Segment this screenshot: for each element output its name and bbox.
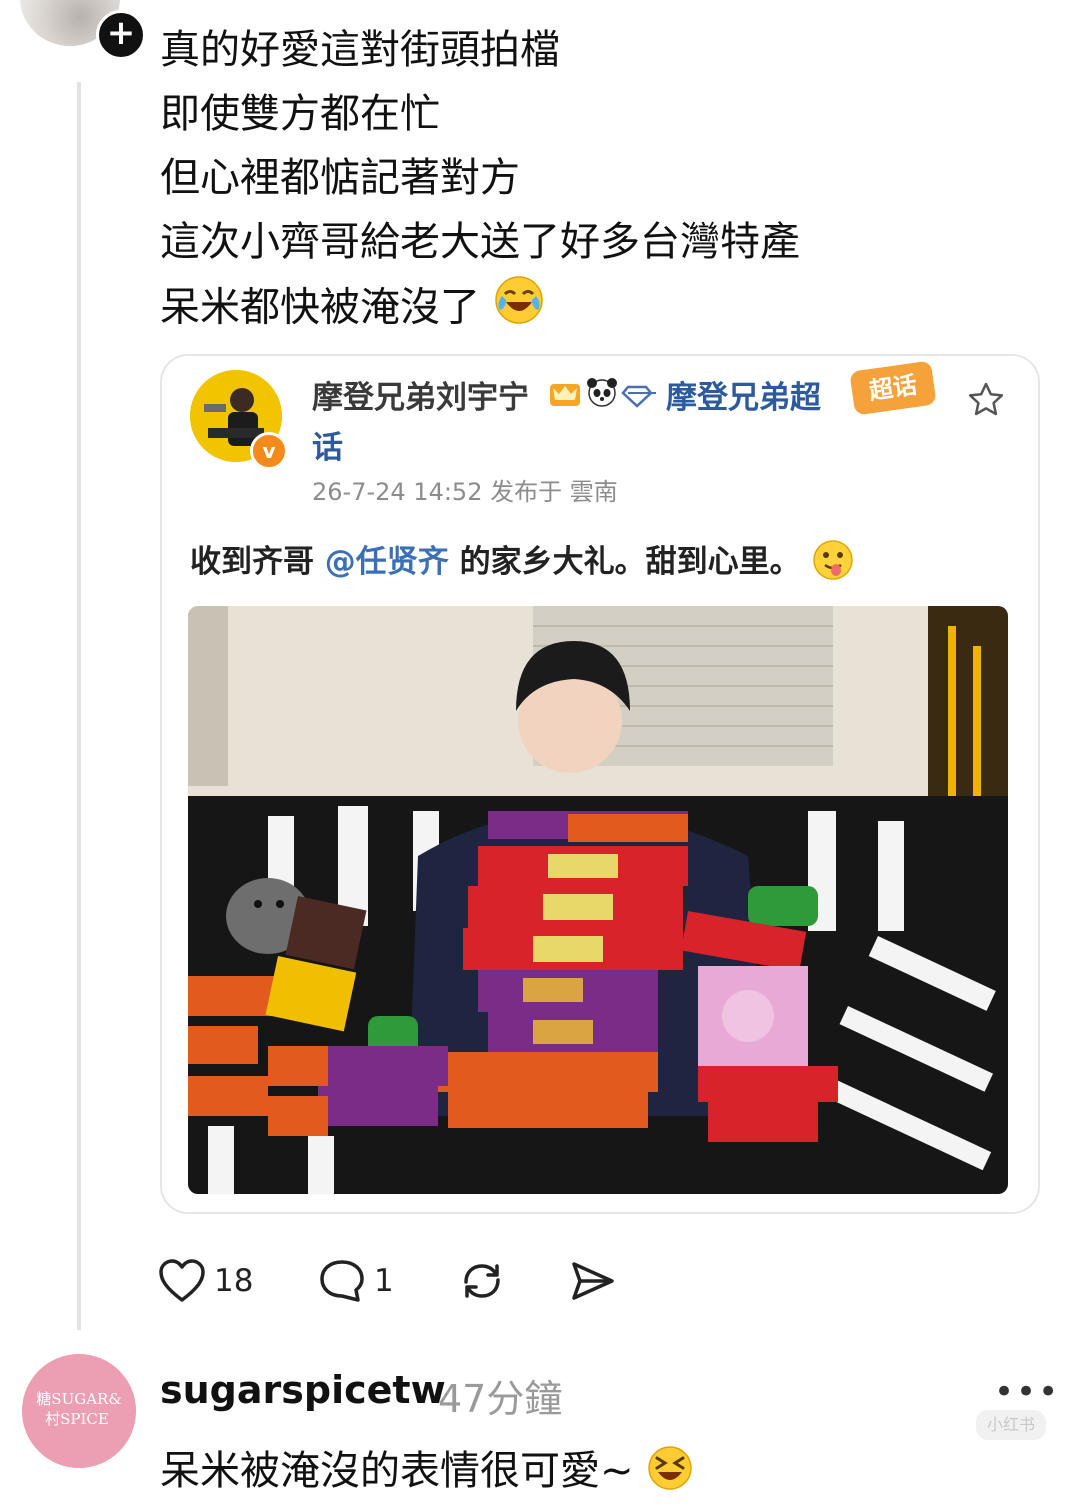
reply-text-content: 呆米被淹沒的表情很可愛~: [160, 1448, 634, 1494]
user-badges: [548, 376, 658, 414]
repost-action[interactable]: [458, 1258, 506, 1304]
comment-action[interactable]: 1: [318, 1258, 394, 1304]
panda-icon: [587, 378, 617, 407]
tongue-out-emoji: [811, 538, 855, 590]
post-photo[interactable]: [188, 606, 1008, 1194]
comment-count: 1: [374, 1263, 394, 1299]
post-line: 但心裡都惦記著對方: [160, 155, 520, 201]
star-icon[interactable]: [966, 380, 1006, 424]
like-count: 18: [214, 1263, 254, 1299]
crown-badge-icon: [550, 384, 580, 406]
laughing-tears-emoji: [493, 274, 545, 345]
verified-v-icon: v: [250, 432, 288, 470]
reply-username[interactable]: sugarspicetw: [160, 1368, 446, 1412]
weibo-meta: 26-7-24 14:52 发布于 雲南: [312, 478, 618, 506]
post-line: 真的好愛這對街頭拍檔: [160, 27, 560, 73]
grinning-squint-emoji: [646, 1444, 694, 1502]
send-icon: [572, 1262, 614, 1300]
reply-avatar[interactable]: 糖SUGAR& 村SPICE: [22, 1354, 136, 1468]
repost-icon: [464, 1264, 500, 1298]
post-line: 呆米都快被淹沒了: [160, 274, 1040, 345]
reply-avatar-logo-line2: 村SPICE: [45, 1410, 109, 1428]
mention-link[interactable]: @任贤齐: [325, 544, 449, 580]
follow-plus-icon[interactable]: +: [96, 10, 146, 60]
more-options-icon[interactable]: •••: [994, 1372, 1060, 1412]
post-line-text: 呆米都快被淹沒了: [160, 284, 480, 331]
reply-time: 47分鐘: [438, 1377, 563, 1421]
thread-line: [77, 82, 81, 1330]
reply-avatar-logo-line1: 糖SUGAR&: [36, 1390, 121, 1408]
post-line: 即使雙方都在忙: [160, 91, 440, 137]
like-action[interactable]: 18: [158, 1258, 253, 1304]
post-line: 這次小齊哥給老大送了好多台灣特產: [160, 219, 800, 265]
weibo-text: 收到齐哥 @任贤齐 的家乡大礼。甜到心里。: [190, 536, 855, 590]
heart-icon: [159, 1259, 205, 1302]
supertopic-link[interactable]: 摩登兄弟超: [666, 372, 821, 417]
weibo-text-before: 收到齐哥: [190, 544, 325, 580]
supertopic-link-cont[interactable]: 话: [312, 422, 343, 467]
diamond-icon: [621, 385, 656, 408]
share-action[interactable]: [568, 1258, 616, 1304]
reply-text: 呆米被淹沒的表情很可愛~: [160, 1438, 694, 1502]
weibo-author-name[interactable]: 摩登兄弟刘宇宁: [312, 372, 529, 417]
post-body: 真的好愛這對街頭拍檔 即使雙方都在忙 但心裡都惦記著對方 這次小齊哥給老大送了好…: [160, 18, 1040, 345]
weibo-text-after: 的家乡大礼。甜到心里。: [448, 544, 801, 580]
comment-icon: [320, 1260, 364, 1302]
watermark: 小红书: [976, 1410, 1046, 1440]
